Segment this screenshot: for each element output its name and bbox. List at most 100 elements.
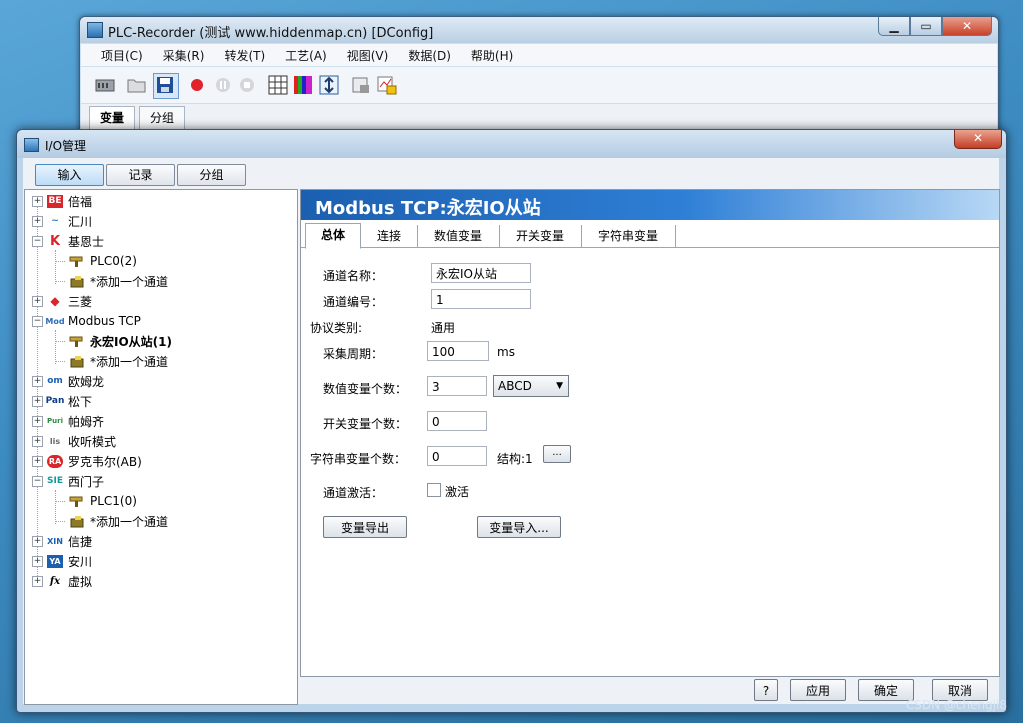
switch-count-input[interactable]: 0 bbox=[427, 411, 487, 431]
menu-project[interactable]: 项目(C) bbox=[101, 47, 143, 64]
expand-icon[interactable]: + bbox=[32, 375, 43, 387]
tree-node-panasonic[interactable]: + Pan 松下 bbox=[32, 392, 92, 410]
tree-node-keyence[interactable]: − K 基恩士 bbox=[32, 232, 104, 250]
stop-icon[interactable] bbox=[237, 75, 257, 95]
plc-device-icon[interactable] bbox=[95, 75, 115, 95]
collapse-icon[interactable]: − bbox=[32, 235, 43, 247]
menu-help[interactable]: 帮助(H) bbox=[471, 47, 513, 64]
struct-browse-button[interactable]: ... bbox=[543, 445, 571, 463]
expand-icon[interactable]: + bbox=[32, 455, 43, 467]
byte-order-value: ABCD bbox=[498, 379, 532, 393]
tab-connection[interactable]: 连接 bbox=[361, 225, 418, 247]
tab-numeric-variables[interactable]: 数值变量 bbox=[417, 225, 500, 247]
chart-export-icon[interactable] bbox=[377, 75, 397, 95]
input-button[interactable]: 输入 bbox=[35, 164, 104, 186]
import-variables-button[interactable]: 变量导入... bbox=[477, 516, 561, 538]
struct-label: 结构:1 bbox=[497, 452, 533, 466]
tree-node-rockwell[interactable]: + RA 罗克韦尔(AB) bbox=[32, 452, 142, 470]
color-palette-icon[interactable] bbox=[293, 75, 313, 95]
tree-node-plc0[interactable]: PLC0(2) bbox=[69, 252, 137, 270]
dropdown-arrow-icon: ▼ bbox=[556, 381, 563, 391]
siemens-logo-icon: SIE bbox=[47, 476, 63, 486]
tree-node-label: 帕姆齐 bbox=[68, 414, 105, 429]
expand-icon[interactable]: + bbox=[32, 395, 43, 407]
expand-icon[interactable]: + bbox=[32, 215, 43, 227]
activate-label: 通道激活： bbox=[323, 486, 384, 500]
collapse-icon[interactable]: − bbox=[32, 315, 43, 327]
grid-icon[interactable] bbox=[268, 75, 288, 95]
activate-checkbox[interactable] bbox=[427, 483, 441, 497]
tree-node-yaskawa[interactable]: + YA 安川 bbox=[32, 552, 92, 570]
dialog-body: 输入 记录 分组 + BE 倍福 + ~ 汇川 − K 基恩士 PLC0(2) … bbox=[23, 158, 1000, 705]
tree-node-label: 基恩士 bbox=[68, 234, 105, 249]
export-variables-button[interactable]: 变量导出 bbox=[323, 516, 407, 538]
listen-mode-icon: lis bbox=[49, 436, 61, 446]
expand-icon[interactable]: + bbox=[32, 295, 43, 307]
expand-icon[interactable]: + bbox=[32, 555, 43, 567]
tree-node-omron[interactable]: + om 欧姆龙 bbox=[32, 372, 104, 390]
tree-node-plc1[interactable]: PLC1(0) bbox=[69, 492, 137, 510]
apply-button[interactable]: 应用 bbox=[790, 679, 846, 701]
tab-variables[interactable]: 变量 bbox=[89, 106, 136, 129]
tree-node-add-channel[interactable]: *添加一个通道 bbox=[69, 512, 168, 530]
record-icon[interactable] bbox=[187, 75, 207, 95]
menu-process[interactable]: 工艺(A) bbox=[285, 47, 327, 64]
main-window-title: PLC-Recorder (测试 www.hiddenmap.cn) [DCon… bbox=[108, 26, 434, 41]
tree-node-inovance[interactable]: + ~ 汇川 bbox=[32, 212, 92, 230]
open-folder-icon[interactable] bbox=[127, 75, 147, 95]
menu-view[interactable]: 视图(V) bbox=[347, 47, 389, 64]
collapse-icon[interactable]: − bbox=[32, 475, 43, 487]
tree-node-beckhoff[interactable]: + BE 倍福 bbox=[32, 192, 92, 210]
xinje-logo-icon: XIN bbox=[47, 536, 63, 546]
tab-string-variables[interactable]: 字符串变量 bbox=[581, 225, 676, 247]
menu-forward[interactable]: 转发(T) bbox=[224, 47, 265, 64]
activate-checkbox-label: 激活 bbox=[445, 485, 470, 499]
tree-node-label: 安川 bbox=[68, 554, 93, 569]
maximize-button[interactable]: ▭ bbox=[910, 17, 942, 36]
expand-icon[interactable]: + bbox=[32, 195, 43, 207]
channel-number-input[interactable]: 1 bbox=[431, 289, 531, 309]
expand-icon[interactable]: + bbox=[32, 415, 43, 427]
tree-node-modbus-tcp[interactable]: − Mod Modbus TCP bbox=[32, 312, 141, 330]
tree-node-label: 倍福 bbox=[68, 194, 93, 209]
menu-acquire[interactable]: 采集(R) bbox=[163, 47, 205, 64]
expand-icon[interactable]: + bbox=[32, 575, 43, 587]
expand-icon[interactable]: + bbox=[32, 535, 43, 547]
pause-icon[interactable] bbox=[213, 75, 233, 95]
tree-node-xinje[interactable]: + XIN 信捷 bbox=[32, 532, 92, 550]
tree-node-label: 汇川 bbox=[68, 214, 93, 229]
string-count-input[interactable]: 0 bbox=[427, 446, 487, 466]
tree-node-listen-mode[interactable]: + lis 收听模式 bbox=[32, 432, 116, 450]
tab-switch-variables[interactable]: 开关变量 bbox=[499, 225, 582, 247]
tree-node-virtual[interactable]: + fx 虚拟 bbox=[32, 572, 92, 590]
tree-node-yonghong-slave[interactable]: 永宏IO从站(1) bbox=[69, 332, 172, 350]
tab-general[interactable]: 总体 bbox=[305, 223, 361, 249]
puri-logo-icon: Puri bbox=[47, 417, 63, 425]
tree-node-add-channel[interactable]: *添加一个通道 bbox=[69, 272, 168, 290]
tree-node-add-channel[interactable]: *添加一个通道 bbox=[69, 352, 168, 370]
expand-icon[interactable]: + bbox=[32, 435, 43, 447]
menu-data[interactable]: 数据(D) bbox=[408, 47, 451, 64]
main-close-button[interactable]: ✕ bbox=[942, 17, 992, 36]
dialog-close-button[interactable]: ✕ bbox=[954, 130, 1002, 149]
tree-node-label: 收听模式 bbox=[68, 434, 117, 449]
export-data-icon[interactable] bbox=[351, 75, 371, 95]
tab-groups[interactable]: 分组 bbox=[139, 106, 186, 129]
tree-node-mitsubishi[interactable]: + ◆ 三菱 bbox=[32, 292, 92, 310]
record-button[interactable]: 记录 bbox=[106, 164, 175, 186]
tree-node-pamuqi[interactable]: + Puri 帕姆齐 bbox=[32, 412, 104, 430]
group-button[interactable]: 分组 bbox=[177, 164, 246, 186]
panasonic-logo-icon: Pan bbox=[45, 396, 65, 406]
tree-node-label: 罗克韦尔(AB) bbox=[68, 454, 142, 469]
period-input[interactable]: 100 bbox=[427, 341, 489, 361]
minimize-button[interactable]: ▁ bbox=[878, 17, 910, 36]
resize-vertical-icon[interactable] bbox=[319, 75, 339, 95]
numeric-count-input[interactable]: 3 bbox=[427, 376, 487, 396]
period-label: 采集周期： bbox=[323, 347, 384, 361]
save-icon[interactable] bbox=[153, 73, 179, 99]
help-button[interactable]: ? bbox=[754, 679, 778, 701]
byte-order-select[interactable]: ABCD ▼ bbox=[493, 375, 569, 397]
tree-node-siemens[interactable]: − SIE 西门子 bbox=[32, 472, 104, 490]
channel-name-input[interactable]: 永宏IO从站 bbox=[431, 263, 531, 283]
tree-node-label: 永宏IO从站(1) bbox=[90, 334, 172, 349]
